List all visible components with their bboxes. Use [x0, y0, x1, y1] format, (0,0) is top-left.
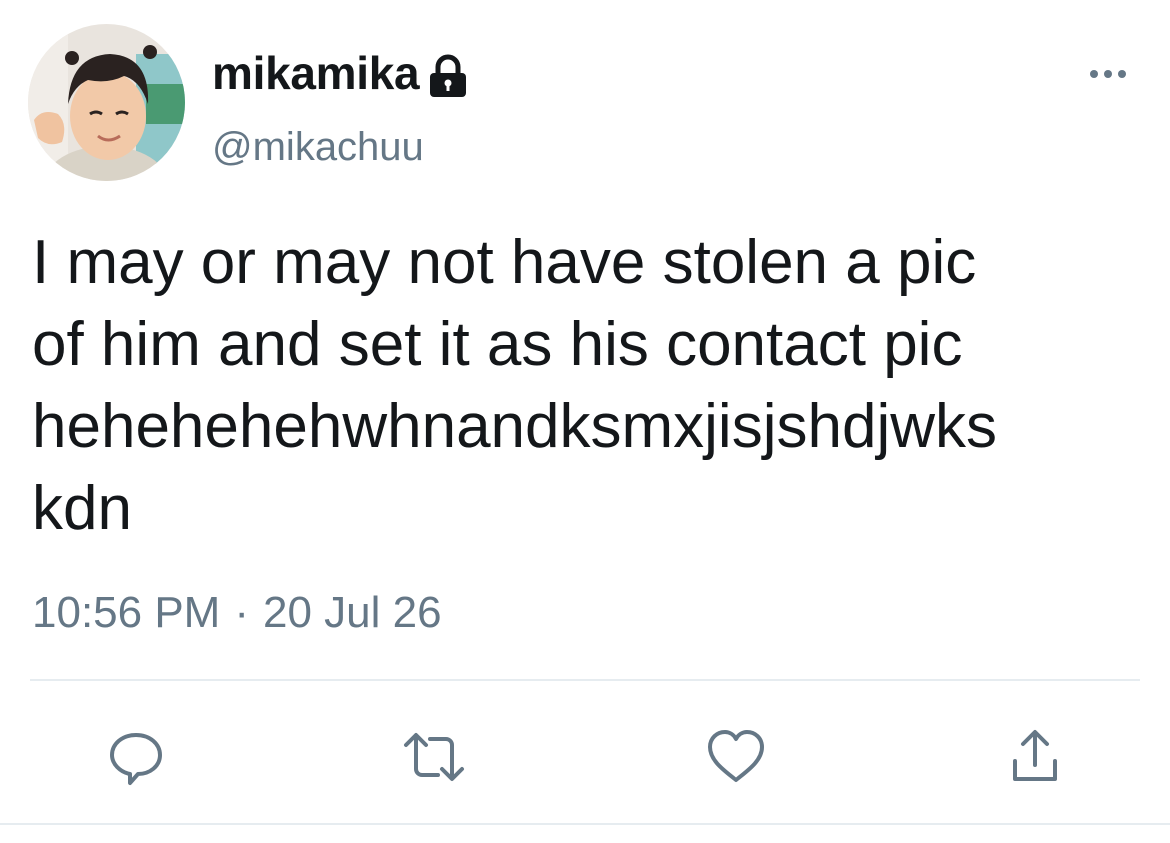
- tweet-text-line: hehehehehwhnandksmxjisjshdjwks: [32, 392, 997, 461]
- tweet-text: I may or may not have stolen a pic of hi…: [32, 222, 1142, 550]
- tweet-text-line: of him and set it as his contact pic: [32, 310, 963, 379]
- bottom-divider: [0, 823, 1170, 825]
- tweet-text-line: kdn: [32, 474, 132, 543]
- heart-icon: [708, 730, 764, 782]
- share-icon: [1013, 730, 1057, 781]
- retweet-button[interactable]: [402, 725, 466, 789]
- reply-button[interactable]: [104, 725, 168, 789]
- author-handle[interactable]: @mikachuu: [212, 125, 424, 170]
- tweet-date: 20 Jul 26: [263, 588, 442, 637]
- tweet-timestamp: 10:56 PM · 20 Jul 26: [32, 588, 442, 638]
- author-name-row: mikamika: [212, 44, 469, 102]
- share-button[interactable]: [1003, 725, 1067, 789]
- avatar[interactable]: [28, 24, 185, 181]
- like-button[interactable]: [704, 725, 768, 789]
- tweet-text-line: I may or may not have stolen a pic: [32, 228, 977, 297]
- tweet-time: 10:56 PM: [32, 588, 221, 637]
- lock-icon: [427, 54, 469, 98]
- avatar-image: [28, 24, 185, 181]
- timestamp-separator: ·: [234, 588, 249, 637]
- retweet-icon: [404, 733, 464, 781]
- more-horizontal-icon[interactable]: [1086, 62, 1130, 86]
- display-name[interactable]: mikamika: [212, 46, 420, 100]
- reply-icon: [110, 733, 162, 785]
- divider: [30, 679, 1140, 681]
